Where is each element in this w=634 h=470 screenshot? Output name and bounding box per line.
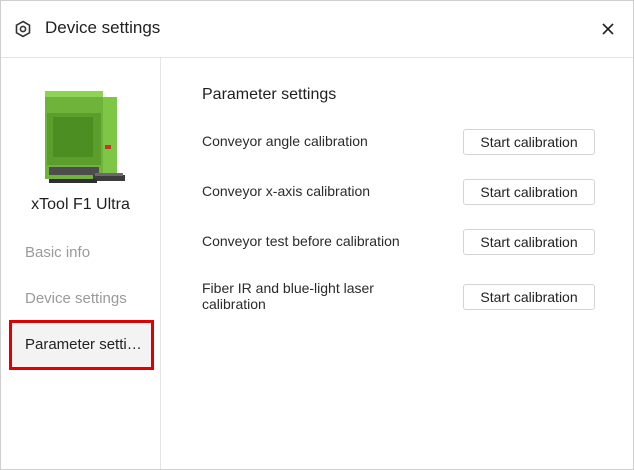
- device-image: [45, 91, 125, 183]
- fiber-ir-blue-laser-calibration-label: Fiber IR and blue-light laser calibratio…: [202, 280, 374, 312]
- device-name: xTool F1 Ultra: [31, 196, 130, 213]
- conveyor-x-axis-calibration-label: Conveyor x-axis calibration: [202, 183, 371, 199]
- hexagon-settings-icon: [15, 20, 31, 38]
- start-calibration-button[interactable]: Start calibration: [463, 129, 595, 155]
- start-calibration-button[interactable]: Start calibration: [463, 284, 595, 310]
- start-calibration-button[interactable]: Start calibration: [463, 179, 595, 205]
- start-calibration-button[interactable]: Start calibration: [463, 229, 595, 255]
- main-panel: Parameter settings Conveyor angle calibr…: [161, 58, 633, 469]
- section-title: Parameter settings: [202, 86, 337, 103]
- device-settings-dialog: Device settings xTool F1 Ultra Basic inf…: [0, 0, 634, 470]
- dialog-title: Device settings: [45, 18, 161, 37]
- sidebar-item-basic-info[interactable]: Basic info: [25, 244, 90, 261]
- sidebar-item-device-settings[interactable]: Device settings: [25, 290, 127, 307]
- sidebar: xTool F1 Ultra Basic info Device setting…: [1, 58, 161, 469]
- sidebar-item-label: Parameter settings: [25, 336, 147, 353]
- sidebar-item-parameter-settings[interactable]: Parameter settings: [9, 320, 154, 370]
- dialog-header: Device settings: [1, 1, 633, 58]
- conveyor-angle-calibration-label: Conveyor angle calibration: [202, 133, 368, 149]
- close-icon[interactable]: [599, 20, 617, 38]
- conveyor-test-calibration-label: Conveyor test before calibration: [202, 233, 400, 249]
